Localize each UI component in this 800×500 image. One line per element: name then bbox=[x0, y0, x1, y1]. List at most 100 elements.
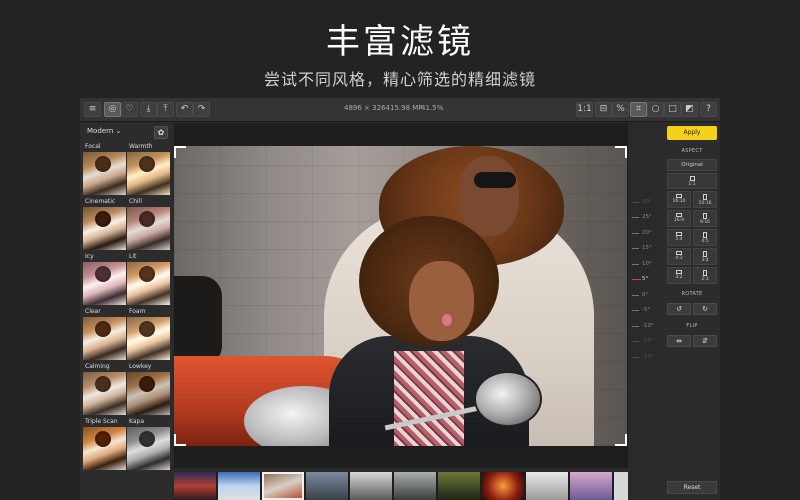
filter-thumb-triple-scan[interactable]: Triple Scan bbox=[83, 418, 126, 470]
portrait-ratio-icon bbox=[703, 232, 707, 238]
crop-icon[interactable]: ⌗ bbox=[630, 102, 647, 117]
rotate-left-icon[interactable]: ↺ bbox=[667, 303, 691, 315]
rotate-heading: ROTATE bbox=[681, 291, 703, 297]
ruler-tick: 0° bbox=[632, 291, 662, 301]
filter-preview bbox=[127, 207, 170, 250]
girl-blouse bbox=[394, 351, 464, 446]
portrait-ratio-icon bbox=[703, 251, 707, 257]
ruler-tick: 25° bbox=[632, 213, 662, 223]
film-thumb[interactable] bbox=[306, 472, 348, 500]
film-thumb[interactable] bbox=[614, 472, 628, 500]
crop-handle-top-right[interactable] bbox=[615, 146, 627, 158]
filter-thumb-warmth[interactable]: Warmth bbox=[127, 143, 170, 195]
megapixels: 15.98 MP bbox=[390, 104, 423, 112]
reset-button[interactable]: Reset bbox=[667, 481, 717, 494]
film-thumb[interactable] bbox=[526, 472, 568, 500]
aspect-9-16-button[interactable]: 9:16 bbox=[693, 210, 717, 227]
aspect-10-16-button[interactable]: 10:16 bbox=[693, 191, 717, 208]
filter-thumb-kapa[interactable]: Kapa bbox=[127, 418, 170, 470]
image-dimensions: 4896 × 3264 bbox=[344, 104, 390, 112]
ruler-tick: -15° bbox=[632, 337, 662, 347]
filter-thumb-chill[interactable]: Chill bbox=[127, 198, 170, 250]
percent-icon[interactable]: % bbox=[612, 102, 629, 117]
aspect-3-4-button[interactable]: 3:4 bbox=[693, 248, 717, 265]
image-canvas[interactable] bbox=[174, 123, 628, 500]
filter-label: Foam bbox=[129, 308, 146, 315]
filter-label: Lit bbox=[129, 253, 137, 260]
toolbar: ≡ ◎ ♡ ⤓ ⤒ ↶ ↷ 4896 × 3264 15.98 MP 41.5%… bbox=[80, 98, 720, 122]
rotate-right-icon[interactable]: ↻ bbox=[693, 303, 717, 315]
filter-thumb-icy[interactable]: Icy bbox=[83, 253, 126, 305]
film-thumb[interactable] bbox=[438, 472, 480, 500]
landscape-ratio-icon bbox=[676, 251, 682, 255]
redo-icon[interactable]: ↷ bbox=[193, 102, 210, 117]
sunglasses bbox=[474, 172, 516, 188]
chevron-down-icon: ⌄ bbox=[115, 127, 122, 135]
square-icon[interactable]: □ bbox=[664, 102, 681, 117]
filter-label: Calming bbox=[85, 363, 110, 370]
aspect-original-button[interactable]: Original bbox=[667, 159, 717, 171]
add-filter-icon[interactable]: ✿ bbox=[154, 126, 168, 139]
filter-thumb-cinematic[interactable]: Cinematic bbox=[83, 198, 126, 250]
landscape-ratio-icon bbox=[676, 270, 682, 274]
preset-dropdown[interactable]: Modern ⌄ bbox=[87, 127, 121, 135]
undo-icon[interactable]: ↶ bbox=[176, 102, 193, 117]
apply-button[interactable]: Apply bbox=[667, 126, 717, 140]
crop-handle-top-left[interactable] bbox=[174, 146, 186, 158]
rotation-ruler[interactable]: 30° 25° 20° 15° 10° 5° 0° -5° -10° -15° … bbox=[632, 198, 662, 388]
film-thumb[interactable] bbox=[482, 472, 524, 500]
film-thumb-selected[interactable] bbox=[262, 472, 304, 500]
filters-icon[interactable]: ◎ bbox=[104, 102, 121, 117]
circle-icon[interactable]: ○ bbox=[647, 102, 664, 117]
aspect-4-5-button[interactable]: 4:5 bbox=[693, 229, 717, 246]
export-icon[interactable]: ⤒ bbox=[157, 102, 174, 117]
actual-size-button[interactable]: 1:1 bbox=[576, 102, 593, 117]
filter-label: Triple Scan bbox=[85, 418, 118, 425]
import-icon[interactable]: ⤓ bbox=[140, 102, 157, 117]
crop-handle-bottom-right[interactable] bbox=[615, 434, 627, 446]
portrait-ratio-icon bbox=[703, 270, 707, 276]
film-thumb[interactable] bbox=[218, 472, 260, 500]
film-thumb[interactable] bbox=[350, 472, 392, 500]
filter-preview bbox=[83, 372, 126, 415]
filter-label: Chill bbox=[129, 198, 142, 205]
filter-thumb-focal[interactable]: Focal bbox=[83, 143, 126, 195]
aspect-heading: ASPECT bbox=[681, 148, 703, 154]
film-thumb[interactable] bbox=[570, 472, 612, 500]
filter-thumb-lit[interactable]: Lit bbox=[127, 253, 170, 305]
film-thumb[interactable] bbox=[394, 472, 436, 500]
menu-icon[interactable]: ≡ bbox=[84, 102, 101, 117]
compare-icon[interactable]: ⊟ bbox=[595, 102, 612, 117]
aspect-1-1-button[interactable]: 1:1 bbox=[667, 173, 717, 189]
aspect-4-3-button[interactable]: 4:3 bbox=[667, 248, 691, 265]
aspect-5-4-button[interactable]: 5:4 bbox=[667, 229, 691, 246]
aspect-16-9-button[interactable]: 16:9 bbox=[667, 210, 691, 227]
crop-handle-bottom-left[interactable] bbox=[174, 434, 186, 446]
square-ratio-icon bbox=[689, 176, 695, 181]
aspect-2-3-button[interactable]: 2:3 bbox=[693, 267, 717, 284]
filter-preview bbox=[83, 152, 126, 195]
landscape-ratio-icon bbox=[676, 194, 682, 198]
filter-thumb-calming[interactable]: Calming bbox=[83, 363, 126, 415]
filter-thumb-lowkey[interactable]: Lowkey bbox=[127, 363, 170, 415]
flip-horizontal-icon[interactable]: ⇹ bbox=[667, 335, 691, 347]
filter-label: Kapa bbox=[129, 418, 144, 425]
mask-icon[interactable]: ◩ bbox=[681, 102, 698, 117]
filter-thumb-clear[interactable]: Clear bbox=[83, 308, 126, 360]
zoom-level: 41.5% bbox=[421, 104, 444, 112]
portrait-ratio-icon bbox=[703, 194, 707, 200]
aspect-16-10-button[interactable]: 16:10 bbox=[667, 191, 691, 208]
filter-preview bbox=[127, 262, 170, 305]
ruler-tick: 10° bbox=[632, 260, 662, 270]
crop-panel: Apply ASPECT Original 1:1 16:10 10:16 16… bbox=[664, 123, 720, 500]
filter-preview bbox=[83, 427, 126, 470]
filter-thumb-foam[interactable]: Foam bbox=[127, 308, 170, 360]
filter-label: Clear bbox=[85, 308, 101, 315]
aspect-3-2-button[interactable]: 3:2 bbox=[667, 267, 691, 284]
help-button[interactable]: ? bbox=[700, 102, 717, 117]
girl-face bbox=[409, 261, 474, 341]
photo[interactable] bbox=[174, 146, 627, 446]
adjust-icon[interactable]: ♡ bbox=[121, 102, 138, 117]
flip-vertical-icon[interactable]: ⇵ bbox=[693, 335, 717, 347]
film-thumb[interactable] bbox=[174, 472, 216, 500]
